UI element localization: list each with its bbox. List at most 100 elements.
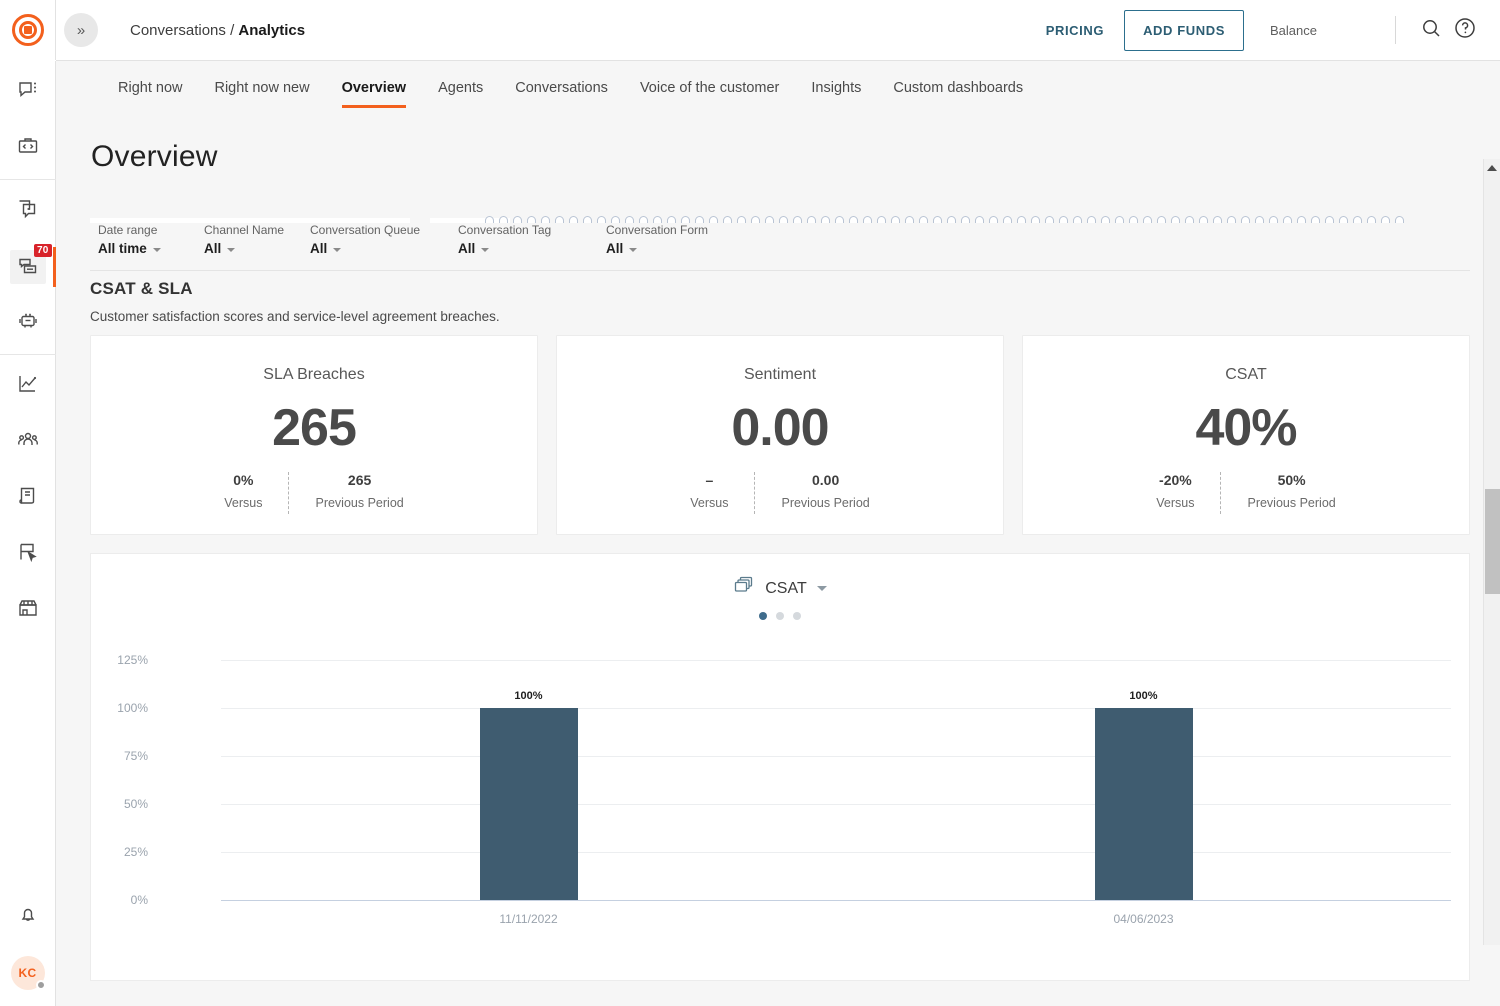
- filter-conversation-queue-value[interactable]: All: [310, 241, 448, 256]
- rail-group-top: [0, 61, 56, 180]
- kpi-card-sla-breaches: SLA Breaches 265 0% Versus 265 Previous …: [90, 335, 538, 535]
- avatar-initials: KC: [18, 966, 37, 980]
- chevron-down-icon: [333, 247, 342, 252]
- kpi-value: 0.00: [731, 399, 829, 457]
- filter-channel-name-value-text: All: [204, 241, 222, 256]
- scrollbar-thumb[interactable]: [1485, 489, 1500, 594]
- filter-conversation-form-value[interactable]: All: [606, 241, 744, 256]
- filter-conversation-queue[interactable]: Conversation Queue All: [310, 223, 458, 256]
- help-button[interactable]: [1448, 13, 1482, 47]
- kpi-card-csat: CSAT 40% -20% Versus 50% Previous Period: [1022, 335, 1470, 535]
- filter-conversation-form[interactable]: Conversation Form All: [606, 223, 754, 256]
- tab-right-now-new[interactable]: Right now new: [198, 62, 325, 114]
- storefront-icon: [17, 597, 39, 624]
- double-chevron-right-icon: »: [76, 21, 86, 39]
- rail-item-line-chart[interactable]: [10, 369, 46, 403]
- filter-conversation-form-label: Conversation Form: [606, 223, 709, 237]
- chart-bar[interactable]: [479, 708, 578, 900]
- tab-insights[interactable]: Insights: [795, 62, 877, 114]
- rail-item-storefront[interactable]: [10, 593, 46, 627]
- tab-custom-dashboards[interactable]: Custom dashboards: [877, 62, 1039, 114]
- tab-right-now[interactable]: Right now: [102, 62, 198, 114]
- rail-item-chat-bubble-menu[interactable]: [10, 75, 46, 109]
- rail-item-robot[interactable]: [10, 306, 46, 340]
- search-button[interactable]: [1414, 13, 1448, 47]
- copy-chat-icon: [17, 198, 39, 225]
- y-axis-tick-label: 0%: [130, 893, 148, 907]
- app-logo[interactable]: [0, 0, 56, 61]
- chart-metric-selector[interactable]: CSAT: [733, 576, 827, 601]
- tab-overview[interactable]: Overview: [326, 62, 423, 114]
- filter-channel-name-value[interactable]: All: [204, 241, 300, 256]
- app-root: 70 KC » Conversations / Analytics PRICIN…: [0, 0, 1500, 1006]
- chart-pagination-dots[interactable]: [759, 612, 801, 620]
- chart-dot-2[interactable]: [776, 612, 784, 620]
- x-axis-tick-label: 11/11/2022: [499, 912, 558, 926]
- chart-gridline: [221, 756, 1451, 757]
- chevron-down-icon: [152, 247, 161, 252]
- rail-item-notifications[interactable]: [10, 900, 46, 934]
- avatar[interactable]: KC: [10, 956, 46, 990]
- rail-item-people-group[interactable]: [10, 425, 46, 459]
- vertical-scrollbar[interactable]: [1483, 159, 1500, 945]
- tab-agents[interactable]: Agents: [422, 62, 499, 114]
- section-title: CSAT & SLA: [90, 279, 193, 298]
- chevron-down-icon: [481, 247, 490, 252]
- chart-gridline: [221, 900, 1451, 901]
- filter-conversation-tag-value[interactable]: All: [458, 241, 596, 256]
- sidebar-collapse-button[interactable]: »: [64, 13, 98, 47]
- y-axis-tick-label: 75%: [123, 749, 148, 763]
- bullseye-logo-icon: [11, 14, 44, 46]
- toolbar-divider: [1395, 16, 1396, 44]
- kpi-footer: – Versus 0.00 Previous Period: [664, 472, 895, 514]
- section-subtitle: Customer satisfaction scores and service…: [90, 309, 500, 324]
- breadcrumb-root[interactable]: Conversations: [130, 22, 226, 39]
- kpi-delta-col: – Versus: [664, 472, 754, 510]
- tab-conversations[interactable]: Conversations: [499, 62, 624, 114]
- filter-date-range-value[interactable]: All time: [98, 241, 194, 256]
- triangle-up-icon[interactable]: [1487, 165, 1497, 171]
- chevron-down-icon: [227, 247, 236, 252]
- left-nav-rail: 70 KC: [0, 0, 56, 1006]
- rail-item-flag-cursor[interactable]: [10, 537, 46, 571]
- rail-group-low: [0, 355, 56, 641]
- kpi-value: 40%: [1195, 399, 1297, 457]
- chart-bar-value-label: 100%: [514, 690, 543, 702]
- rail-item-book-reports[interactable]: [10, 481, 46, 515]
- chevron-down-icon: [816, 586, 827, 591]
- presence-dot: [35, 980, 46, 990]
- chart-bar[interactable]: [1094, 708, 1193, 900]
- kpi-delta-value: –: [705, 472, 714, 488]
- rail-item-inbox-tray[interactable]: 70: [9, 244, 56, 287]
- filter-date-range-value-text: All time: [98, 241, 147, 256]
- filter-date-range[interactable]: Date range All time: [98, 223, 204, 256]
- csat-chart-card: CSAT 0% 25% 50% 75% 100% 125% 100% 11/11/2022 10…: [90, 553, 1470, 981]
- rail-item-copy-chat[interactable]: [10, 194, 46, 228]
- page-title: Overview: [91, 140, 218, 173]
- kpi-previous-value: 50%: [1277, 472, 1306, 488]
- filter-conversation-tag-label: Conversation Tag: [458, 223, 552, 237]
- chart-dot-1[interactable]: [759, 612, 767, 620]
- rail-item-code-briefcase[interactable]: [10, 131, 46, 165]
- kpi-title: CSAT: [1225, 366, 1267, 383]
- pricing-link[interactable]: PRICING: [1032, 15, 1118, 46]
- chart-bar-value-label: 100%: [1129, 690, 1158, 702]
- filter-conversation-queue-label: Conversation Queue: [310, 223, 421, 237]
- filter-channel-name[interactable]: Channel Name All: [204, 223, 310, 256]
- kpi-previous-label: Previous Period: [1247, 496, 1336, 510]
- chat-bubble-menu-icon: [17, 79, 39, 106]
- filter-conversation-tag[interactable]: Conversation Tag All: [458, 223, 606, 256]
- add-funds-button[interactable]: ADD FUNDS: [1124, 9, 1245, 51]
- tab-voice-of-the-customer[interactable]: Voice of the customer: [624, 62, 795, 114]
- bar-chart-plot: 0% 25% 50% 75% 100% 125% 100% 11/11/2022 100% 04/…: [91, 650, 1471, 950]
- bell-icon: [17, 904, 39, 931]
- book-reports-icon: [17, 485, 39, 512]
- breadcrumb-current: Analytics: [238, 21, 306, 39]
- kpi-previous-col: 265 Previous Period: [289, 472, 429, 510]
- kpi-card-row: SLA Breaches 265 0% Versus 265 Previous …: [90, 335, 1470, 535]
- breadcrumb-separator: /: [230, 21, 235, 39]
- robot-icon: [17, 310, 39, 337]
- kpi-delta-value: -20%: [1159, 472, 1192, 488]
- chart-dot-3[interactable]: [793, 612, 801, 620]
- chevron-down-icon: [629, 247, 638, 252]
